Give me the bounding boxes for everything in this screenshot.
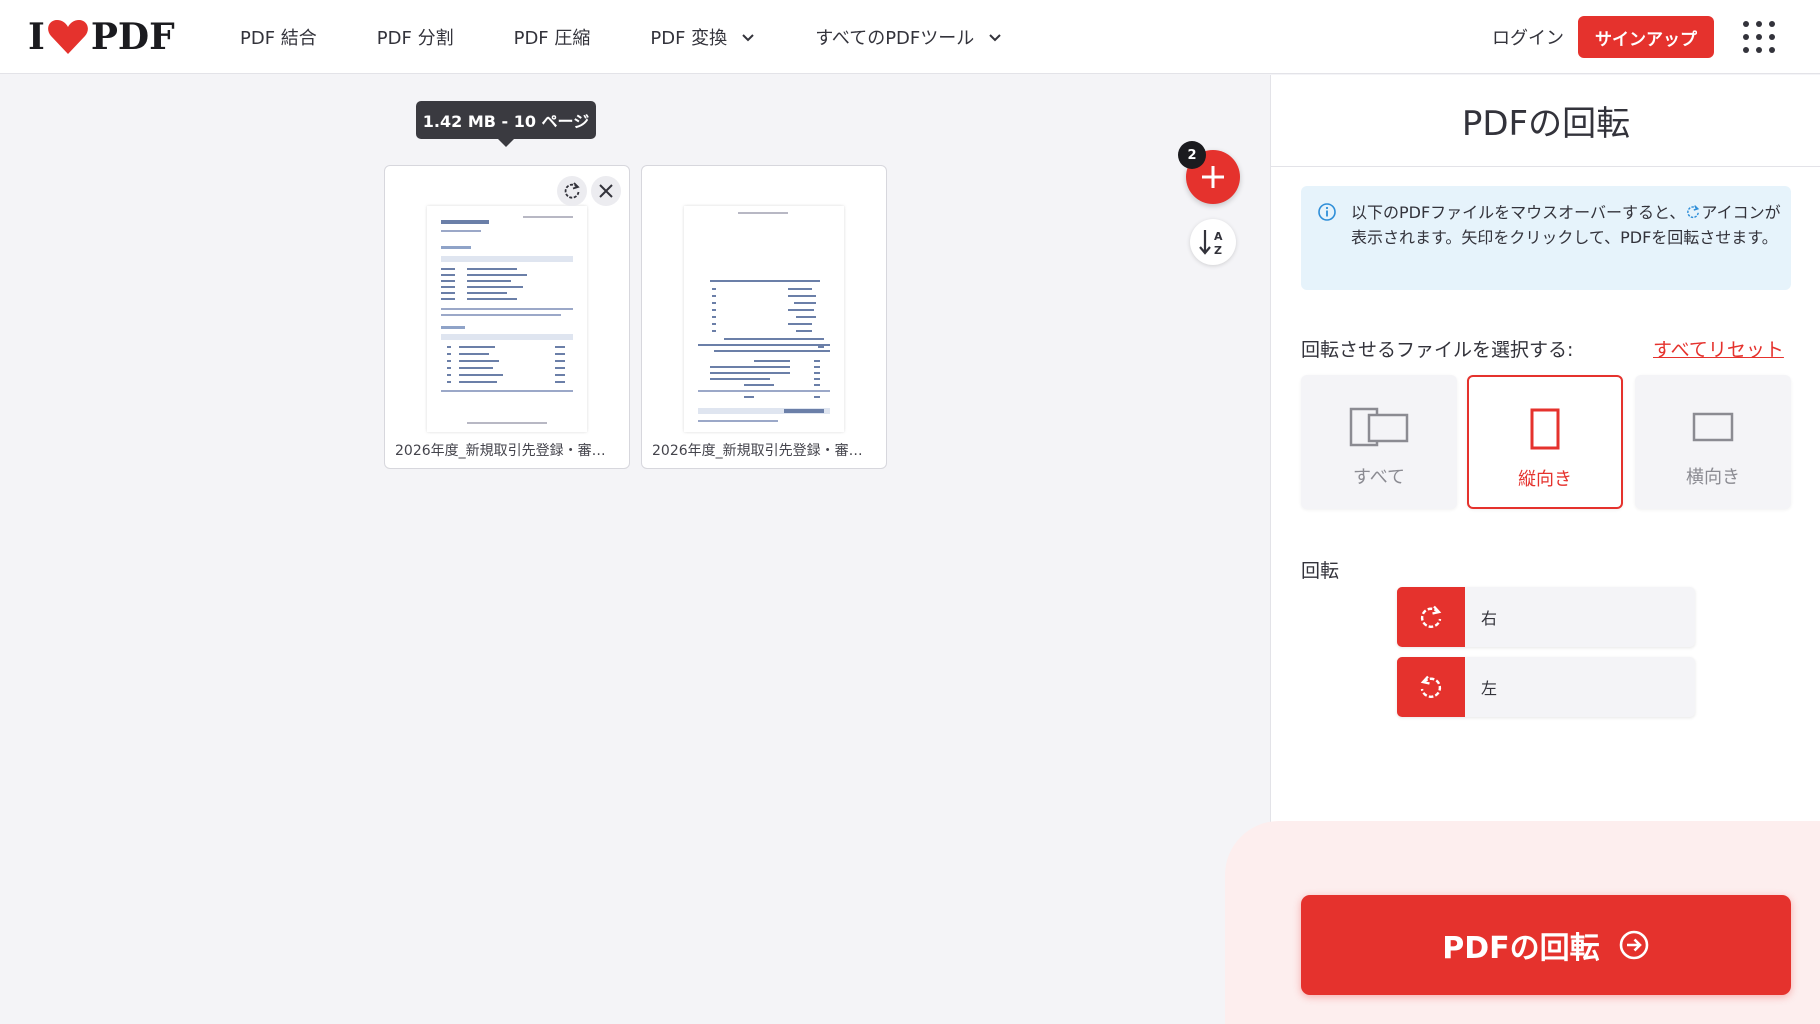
ilovepdf-logo[interactable]: I PDF (28, 16, 175, 58)
reset-all-link[interactable]: すべてリセット (1653, 335, 1784, 362)
nav-label: PDF 圧縮 (513, 28, 591, 49)
logo-text-pdf: PDF (90, 16, 175, 58)
option-label: 縦向き (1518, 469, 1572, 490)
top-header: I PDF PDF 結合 PDF 分割 PDF 圧縮 PDF 変換 すべてのPD… (0, 0, 1820, 74)
file-workspace: 1.42 MB - 10 ページ 2026年度_新規取引先登録・審… 2026年… (0, 75, 1270, 1024)
file-card[interactable]: 2026年度_新規取引先登録・審… (641, 165, 887, 469)
main-nav: PDF 結合 PDF 分割 PDF 圧縮 PDF 変換 すべてのPDFツール (240, 0, 1062, 74)
pdf-thumbnail (427, 206, 587, 432)
grid-apps-icon[interactable] (1742, 20, 1776, 54)
rotate-right-label: 右 (1481, 609, 1498, 628)
rotate-pdf-button[interactable]: PDFの回転 (1301, 895, 1791, 995)
login-link[interactable]: ログイン (1492, 24, 1564, 50)
option-landscape[interactable]: 横向き (1635, 375, 1791, 509)
plus-icon (1202, 166, 1224, 188)
rotate-icon (564, 182, 580, 199)
remove-file-button[interactable] (591, 176, 621, 206)
option-all-pages[interactable]: すべて (1301, 375, 1457, 509)
nav-label: PDF 結合 (240, 28, 317, 49)
heart-icon (47, 20, 88, 54)
pdf-thumbnail (684, 206, 844, 432)
rotate-left-button[interactable]: 左 (1397, 657, 1695, 717)
info-icon (1318, 203, 1336, 221)
info-text-part: 以下のPDFファイルをマウスオーバーすると、 (1351, 203, 1686, 222)
portrait-icon (1530, 408, 1560, 450)
info-notice: 以下のPDFファイルをマウスオーバーすると、 アイコンが表示されます。矢印をクリッ… (1301, 186, 1791, 290)
rotate-left-label: 左 (1481, 679, 1498, 698)
select-files-label: 回転させるファイルを選択する: (1301, 339, 1574, 361)
rotate-counterclockwise-icon (1420, 675, 1442, 698)
rotate-clockwise-icon (1420, 605, 1442, 628)
nav-convert-pdf[interactable]: PDF 変換 (650, 24, 755, 50)
page-title: PDFの回転 (1271, 75, 1820, 167)
file-count-badge: 2 (1178, 141, 1206, 169)
file-card[interactable]: 2026年度_新規取引先登録・審… (384, 165, 630, 469)
arrow-right-circle-icon (1619, 930, 1648, 960)
document-preview-icon (698, 212, 830, 422)
svg-text:A: A (1214, 230, 1223, 243)
signup-button[interactable]: サインアップ (1578, 16, 1714, 58)
logo-text-i: I (28, 16, 45, 58)
option-label: すべて (1352, 467, 1406, 488)
nav-compress-pdf[interactable]: PDF 圧縮 (514, 24, 591, 50)
rotation-label: 回転 (1301, 560, 1340, 582)
svg-text:Z: Z (1214, 244, 1222, 257)
sort-files-button[interactable]: A Z (1190, 219, 1236, 265)
nav-label: PDF 分割 (376, 28, 454, 49)
chevron-down-icon (742, 34, 754, 42)
nav-label: すべてのPDFツール (815, 28, 975, 49)
nav-all-tools[interactable]: すべてのPDFツール (815, 24, 1002, 50)
file-name: 2026年度_新規取引先登録・審… (652, 443, 863, 459)
rotate-options-sidebar: PDFの回転 以下のPDFファイルをマウスオーバーすると、 アイコンが表示されます… (1225, 75, 1820, 1024)
nav-label: PDF 変換 (650, 28, 728, 49)
nav-merge-pdf[interactable]: PDF 結合 (240, 24, 317, 50)
landscape-icon (1692, 412, 1734, 442)
rotate-pdf-label: PDFの回転 (1442, 931, 1600, 966)
all-pages-icon (1349, 407, 1409, 447)
option-label: 横向き (1686, 467, 1740, 488)
close-icon (599, 184, 613, 198)
info-text: 以下のPDFファイルをマウスオーバーすると、 アイコンが表示されます。矢印をクリッ… (1351, 200, 1781, 250)
sort-az-icon: A Z (1199, 230, 1223, 257)
rotate-right-button[interactable]: 右 (1397, 587, 1695, 647)
rotate-icon (1687, 205, 1700, 219)
option-portrait[interactable]: 縦向き (1467, 375, 1623, 509)
file-info-tooltip: 1.42 MB - 10 ページ (416, 101, 596, 147)
file-name: 2026年度_新規取引先登録・審… (395, 443, 606, 459)
nav-split-pdf[interactable]: PDF 分割 (377, 24, 454, 50)
document-preview-icon (441, 216, 573, 424)
rotate-file-button[interactable] (557, 176, 587, 206)
chevron-down-icon (989, 34, 1001, 42)
